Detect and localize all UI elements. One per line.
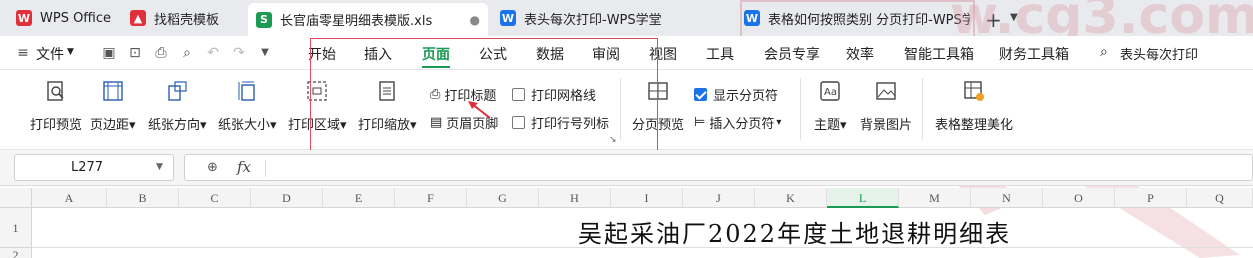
- print-preview-button[interactable]: 打印预览: [30, 78, 82, 133]
- column-header[interactable]: N: [971, 188, 1043, 208]
- orientation-button[interactable]: 纸张方向▾: [148, 78, 207, 133]
- print-preview-label: 打印预览: [30, 118, 83, 133]
- orientation-icon: [164, 78, 190, 104]
- insert-page-break-button[interactable]: ⊨ 插入分页符 ▾: [694, 113, 781, 132]
- sheet-title-cell[interactable]: 吴起采油厂2022年度土地退耕明细表: [578, 214, 1011, 249]
- column-header[interactable]: K: [755, 188, 827, 208]
- column-header[interactable]: D: [251, 188, 323, 208]
- column-header-selected[interactable]: L: [827, 188, 899, 208]
- svg-text:Aa: Aa: [824, 87, 837, 98]
- separator: [265, 160, 266, 177]
- menu-tools[interactable]: 工具: [706, 44, 734, 64]
- paper-size-button[interactable]: 纸张大小▾: [218, 78, 277, 133]
- print-preview-icon[interactable]: ⌕: [180, 46, 194, 60]
- wps-academy-icon: W: [500, 10, 516, 26]
- formula-bar: L277 ▼ ⊕ fx: [0, 150, 1253, 186]
- menu-member[interactable]: 会员专享: [764, 44, 820, 64]
- tab-label: WPS Office: [40, 10, 112, 26]
- unsaved-dot-icon[interactable]: ●: [470, 13, 480, 27]
- tab-label: 长官庙零星明细表模版.xls: [280, 14, 433, 29]
- paper-size-icon: [234, 78, 260, 104]
- column-header[interactable]: M: [899, 188, 971, 208]
- checkbox-checked-icon[interactable]: [694, 88, 707, 101]
- show-page-breaks-label: 显示分页符: [713, 89, 779, 104]
- zoom-icon[interactable]: ⊕: [207, 160, 218, 175]
- column-header[interactable]: I: [611, 188, 683, 208]
- column-header[interactable]: B: [107, 188, 179, 208]
- redo-icon[interactable]: ↷: [232, 46, 246, 60]
- row-header[interactable]: 2: [0, 248, 32, 258]
- tab-spreadsheet[interactable]: S 长官庙零星明细表模版.xls ●: [248, 3, 488, 36]
- search-icon[interactable]: ⌕: [1100, 44, 1108, 60]
- tab-label: 表头每次打印-WPS学堂: [524, 12, 662, 28]
- menu-ai-toolbox[interactable]: 智能工具箱: [904, 44, 974, 64]
- docer-icon: ▲: [130, 10, 146, 26]
- insert-page-break-label: 插入分页符: [709, 117, 775, 132]
- save-icon[interactable]: ▣: [102, 46, 116, 60]
- highlight-annotation-box: [310, 38, 658, 162]
- column-header[interactable]: J: [683, 188, 755, 208]
- table-beautify-button[interactable]: 表格整理美化: [935, 78, 1013, 133]
- paper-size-label: 纸张大小▾: [218, 118, 277, 133]
- hamburger-icon[interactable]: ≡: [16, 46, 30, 60]
- background-image-label: 背景图片: [860, 118, 913, 133]
- separator: [922, 78, 923, 140]
- chevron-down-icon[interactable]: ▼: [156, 162, 163, 172]
- theme-icon: Aa: [817, 78, 843, 104]
- column-header[interactable]: O: [1043, 188, 1115, 208]
- column-header[interactable]: A: [32, 188, 107, 208]
- name-box[interactable]: L277: [14, 154, 174, 181]
- table-beautify-label: 表格整理美化: [935, 118, 1014, 133]
- file-menu[interactable]: 文件: [36, 44, 64, 64]
- tab-wps-academy-1[interactable]: W 表头每次打印-WPS学堂: [492, 4, 730, 32]
- menu-finance-toolbox[interactable]: 财务工具箱: [999, 44, 1069, 64]
- print-preview-icon: [43, 78, 69, 104]
- column-header[interactable]: C: [179, 188, 251, 208]
- theme-button[interactable]: Aa 主题▾: [814, 78, 847, 133]
- row-header[interactable]: 1: [0, 208, 32, 248]
- select-all-corner[interactable]: [0, 188, 32, 208]
- export-icon[interactable]: ⊡: [128, 46, 142, 60]
- tab-wps-office[interactable]: W WPS Office: [8, 4, 118, 32]
- search-label[interactable]: 表头每次打印: [1120, 44, 1198, 63]
- menu-efficiency[interactable]: 效率: [846, 44, 874, 64]
- formula-input[interactable]: ⊕ fx: [184, 154, 1253, 181]
- orientation-label: 纸张方向▾: [148, 118, 207, 133]
- separator: [800, 78, 801, 140]
- show-page-breaks-checkbox[interactable]: 显示分页符: [694, 85, 778, 104]
- background-image-icon: [873, 78, 899, 104]
- insert-page-break-icon: ⊨: [694, 115, 706, 130]
- undo-icon[interactable]: ↶: [206, 46, 220, 60]
- column-header[interactable]: G: [467, 188, 539, 208]
- fx-icon[interactable]: fx: [237, 158, 251, 176]
- column-header[interactable]: F: [395, 188, 467, 208]
- background-image-button[interactable]: 背景图片: [860, 78, 912, 133]
- margins-icon: [100, 78, 126, 104]
- margins-button[interactable]: 页边距▾: [90, 78, 136, 133]
- column-header[interactable]: Q: [1187, 188, 1253, 208]
- theme-label: 主题▾: [814, 118, 847, 133]
- column-header[interactable]: H: [539, 188, 611, 208]
- chevron-down-icon[interactable]: ▼: [258, 46, 272, 60]
- column-header[interactable]: E: [323, 188, 395, 208]
- spreadsheet-icon: S: [256, 11, 272, 28]
- chevron-down-icon: ▾: [776, 117, 782, 128]
- wps-logo-icon: W: [16, 10, 32, 26]
- tab-label: 找稻壳模板: [154, 12, 220, 28]
- chevron-down-icon[interactable]: ▼: [67, 47, 74, 57]
- column-header[interactable]: P: [1115, 188, 1187, 208]
- print-icon[interactable]: ⎙: [154, 46, 168, 60]
- tab-docer[interactable]: ▲ 找稻壳模板: [122, 4, 244, 32]
- table-beautify-icon: [961, 78, 987, 104]
- margins-label: 页边距▾: [90, 118, 136, 133]
- column-header-row: A B C D E F G H I J K L M N O P Q: [0, 188, 1253, 208]
